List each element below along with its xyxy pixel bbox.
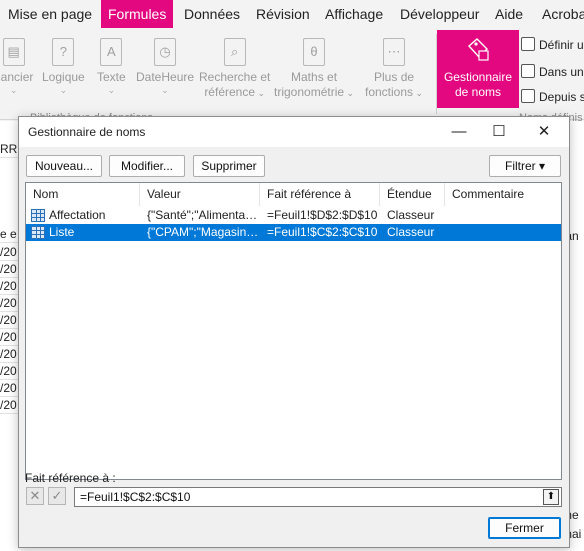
name-row-affectation[interactable]: Affectation {"Santé";"Alimentati... =Feu…: [26, 207, 561, 224]
date-time-button[interactable]: ◷ DateHeure ⌄: [136, 38, 194, 95]
tab-formules[interactable]: Formules: [101, 0, 174, 28]
ribbon-tab-bar: Mise en page Formules Données Révision A…: [0, 0, 584, 30]
formula-icon: [521, 64, 535, 78]
value-cell: {"CPAM";"Magasin ...: [147, 225, 259, 239]
sheet-cell[interactable]: RRE: [0, 141, 18, 158]
name-row-liste[interactable]: Liste {"CPAM";"Magasin ... =Feuil1!$C$2:…: [26, 224, 561, 241]
minimize-button[interactable]: —: [439, 117, 479, 147]
tab-acrobat[interactable]: Acroba: [542, 0, 584, 28]
sheet-cell[interactable]: /20: [0, 295, 18, 312]
names-list-header: Nom Valeur Fait référence à Étendue Comm…: [26, 183, 561, 206]
sheet-cell[interactable]: /20: [0, 329, 18, 346]
sheet-cell[interactable]: /20: [0, 261, 18, 278]
lookup-icon: ⌕: [223, 38, 246, 66]
cancel-edit-icon[interactable]: ✕: [26, 487, 44, 505]
names-list[interactable]: Nom Valeur Fait référence à Étendue Comm…: [25, 182, 562, 480]
sheet-cell[interactable]: /20: [0, 380, 18, 397]
confirm-edit-icon[interactable]: ✓: [48, 487, 66, 505]
sheet-cell[interactable]: e e: [0, 226, 18, 243]
chevron-down-icon: ⌄: [9, 85, 18, 95]
column-header-comment[interactable]: Commentaire: [445, 183, 561, 206]
column-header-scope[interactable]: Étendue: [380, 183, 445, 206]
comment-cell: [452, 224, 552, 241]
value-cell: {"Santé";"Alimentati...: [147, 208, 259, 222]
column-header-refers-to[interactable]: Fait référence à: [260, 183, 380, 206]
comment-cell: [452, 207, 552, 224]
range-name-icon: [31, 226, 45, 239]
sheet-cell[interactable]: /20: [0, 244, 18, 261]
name-manager-dialog: Gestionnaire de noms — ☐ ✕ Nouveau... Mo…: [18, 116, 570, 548]
range-name-icon: [31, 209, 45, 222]
sheet-cell[interactable]: /20: [0, 363, 18, 380]
scope-cell: Classeur: [387, 225, 435, 239]
logical-icon: ?: [52, 38, 75, 66]
sheet-cell[interactable]: /20: [0, 278, 18, 295]
text-button[interactable]: A Texte ⌄: [97, 38, 126, 95]
chevron-down-icon: ⌄: [107, 85, 116, 95]
dialog-titlebar: Gestionnaire de noms — ☐ ✕: [19, 117, 569, 147]
chevron-down-icon: ⌄: [59, 85, 68, 95]
tab-mise-en-page[interactable]: Mise en page: [8, 0, 92, 28]
scope-cell: Classeur: [387, 208, 435, 222]
tab-developpeur[interactable]: Développeur: [400, 0, 479, 28]
define-name-button[interactable]: Définir u: [521, 36, 584, 54]
tab-revision[interactable]: Révision: [256, 0, 310, 28]
maximize-button[interactable]: ☐: [479, 117, 519, 147]
chevron-down-icon: ⌄: [161, 85, 169, 95]
text-icon: A: [100, 38, 123, 66]
sheet-cell[interactable]: /20: [0, 312, 18, 329]
name-manager-button[interactable]: Gestionnaire de noms: [437, 30, 519, 108]
refers-to-cell: =Feuil1!$D$2:$D$10: [267, 208, 378, 222]
tag-icon: [521, 37, 535, 51]
logical-button[interactable]: ? Logique ⌄: [42, 38, 85, 95]
tab-aide[interactable]: Aide: [495, 0, 523, 28]
refers-to-cell: =Feuil1!$C$2:$C$10: [267, 225, 378, 239]
close-window-button[interactable]: ✕: [524, 117, 564, 147]
filter-dropdown[interactable]: Filtrer ▾: [489, 155, 561, 177]
name-cell: Liste: [49, 225, 75, 239]
grid-icon: [521, 89, 535, 103]
tab-affichage[interactable]: Affichage: [325, 0, 383, 28]
collapse-dialog-icon[interactable]: ⬆: [543, 489, 559, 505]
edit-name-button[interactable]: Modifier...: [109, 155, 185, 177]
name-cell: Affectation: [49, 208, 106, 222]
delete-name-button[interactable]: Supprimer: [193, 155, 265, 177]
refers-to-input[interactable]: =Feuil1!$C$2:$C$10 ⬆: [74, 487, 562, 507]
sheet-cell[interactable]: /20: [0, 397, 18, 414]
dialog-title: Gestionnaire de noms: [28, 125, 146, 139]
more-functions-icon: ⋯: [383, 38, 406, 66]
finance-button[interactable]: ▤ nancier ⌄: [0, 38, 33, 95]
finance-icon: ▤: [2, 38, 25, 66]
date-time-icon: ◷: [154, 38, 177, 66]
more-functions-button[interactable]: ⋯ Plus de fonctions ⌄: [365, 38, 423, 101]
create-from-selection-button[interactable]: Depuis s: [521, 88, 584, 106]
tab-donnees[interactable]: Données: [184, 0, 240, 28]
column-header-name[interactable]: Nom: [26, 183, 140, 206]
use-in-formula-button[interactable]: Dans un: [521, 63, 584, 81]
name-manager-icon: [468, 38, 489, 61]
close-button[interactable]: Fermer: [488, 517, 561, 539]
math-icon: θ: [303, 38, 326, 66]
sheet-cell[interactable]: /20: [0, 346, 18, 363]
lookup-button[interactable]: ⌕ Recherche et référence ⌄: [199, 38, 270, 101]
new-name-button[interactable]: Nouveau...: [26, 155, 102, 177]
column-header-value[interactable]: Valeur: [140, 183, 260, 206]
math-button[interactable]: θ Maths et trigonométrie ⌄: [274, 38, 354, 101]
refers-to-label: Fait référence à :: [25, 471, 116, 485]
